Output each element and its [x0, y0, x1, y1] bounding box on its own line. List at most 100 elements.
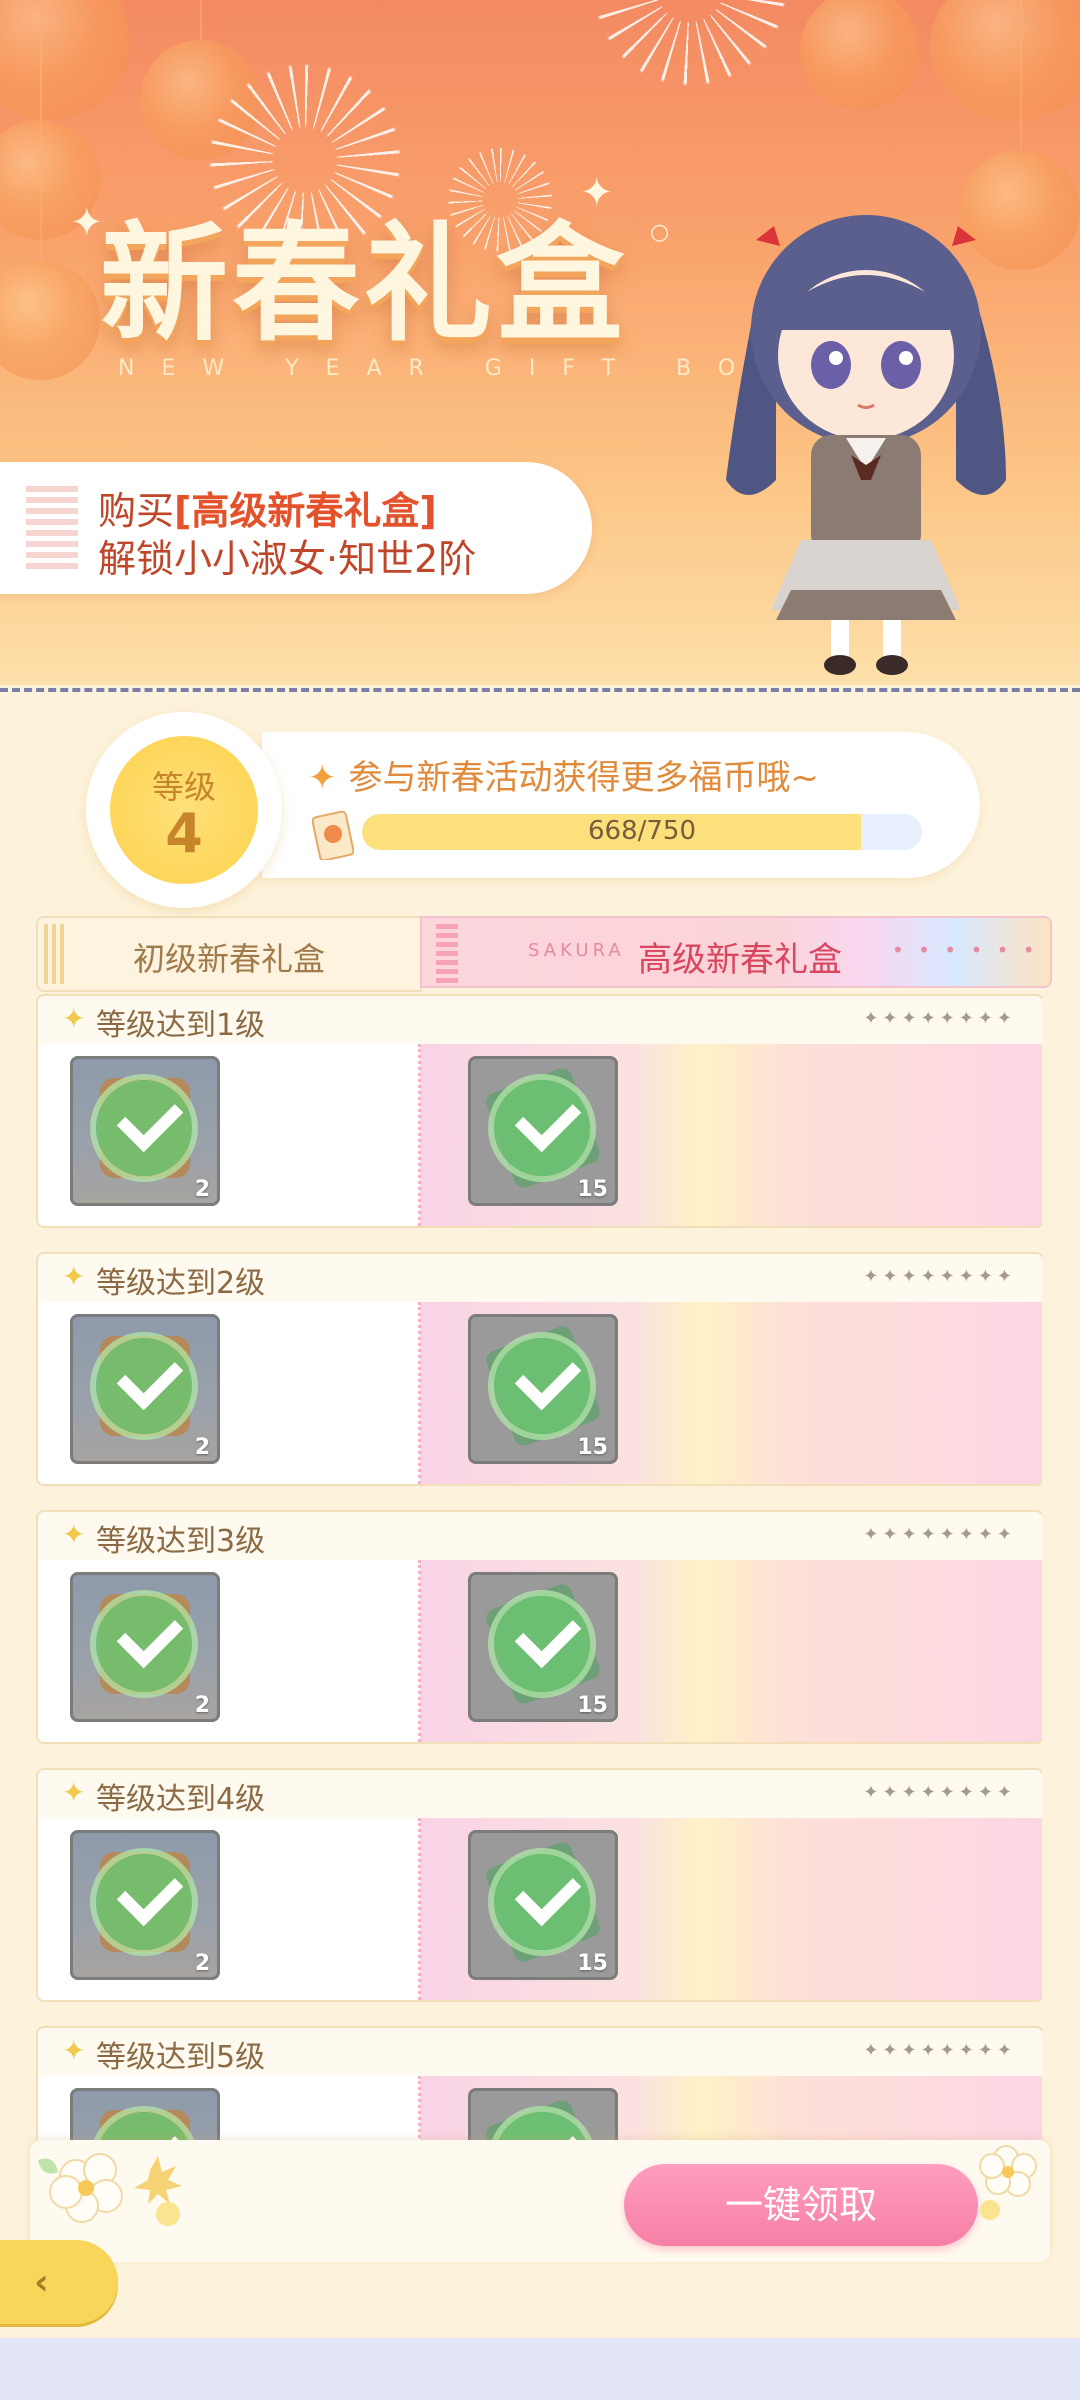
promo-stripes	[26, 486, 78, 570]
item-count: 15	[577, 1435, 608, 1460]
item-count: 2	[194, 1177, 210, 1202]
claimed-check-icon	[494, 1596, 590, 1692]
item-count: 15	[577, 1951, 608, 1976]
reward-row: ✦ 等级达到5级 ✦✦✦✦✦✦✦✦	[36, 2026, 1042, 2140]
lantern-decoration	[0, 0, 100, 380]
promo-panel: 购买[高级新春礼盒] 解锁小小淑女·知世2阶	[0, 462, 592, 594]
claimed-check-icon	[96, 1596, 192, 1692]
row-dots: ✦✦✦✦✦✦✦✦	[863, 1008, 1016, 1029]
reward-divider	[418, 1818, 421, 2000]
reward-row-header: ✦ 等级达到5级 ✦✦✦✦✦✦✦✦	[36, 2026, 1042, 2078]
event-banner: ✦ ✦ ○ 新春礼盒 NEW YEAR GIFT BOX 购买[高级新春礼盒] …	[0, 0, 1080, 685]
reward-row-label: 等级达到3级	[96, 1524, 266, 1559]
row-dots: ✦✦✦✦✦✦✦✦	[863, 2040, 1016, 2061]
banner-title: 新春礼盒	[100, 214, 629, 356]
tab-premium-label: 高级新春礼盒	[638, 940, 842, 980]
premium-reward-item[interactable]: 15	[468, 1056, 618, 1206]
reward-divider	[418, 2076, 421, 2140]
level-badge-inner: 等级 4	[110, 736, 258, 884]
star-icon: ✦	[308, 758, 337, 798]
lantern-decoration	[0, 0, 130, 120]
reward-row: ✦ 等级达到4级 ✦✦✦✦✦✦✦✦ 2 15	[36, 1768, 1042, 2004]
claimed-check-icon	[494, 1854, 590, 1950]
claimed-check-icon	[96, 1338, 192, 1434]
star-icon: ✦	[62, 1776, 86, 1809]
reward-row-header: ✦ 等级达到1级 ✦✦✦✦✦✦✦✦	[36, 994, 1042, 1046]
basic-reward-item[interactable]: 2	[70, 1572, 220, 1722]
coin-tag-icon	[312, 810, 354, 860]
banner-divider	[0, 688, 1080, 692]
firework-decoration	[580, 0, 800, 100]
bottom-action-bar: 一键领取	[30, 2140, 1050, 2262]
level-badge: 等级 4	[86, 712, 282, 908]
character-illustration	[726, 215, 1006, 675]
basic-reward-item[interactable]	[70, 2088, 220, 2140]
item-count: 2	[194, 1951, 210, 1976]
row-dots: ✦✦✦✦✦✦✦✦	[863, 1524, 1016, 1545]
star-icon: ✦	[62, 2034, 86, 2067]
level-progress-bar: 668/750	[362, 814, 922, 850]
reward-row-label: 等级达到1级	[96, 1008, 266, 1043]
sparkle-icon: ○	[650, 220, 670, 245]
flower-decoration-icon	[979, 2145, 1037, 2220]
reward-divider	[418, 1560, 421, 1742]
level-tip: ✦ 参与新春活动获得更多福币哦~	[308, 758, 819, 798]
premium-reward-item[interactable]: 15	[468, 1314, 618, 1464]
reward-row: ✦ 等级达到3级 ✦✦✦✦✦✦✦✦ 2 15	[36, 1510, 1042, 1746]
row-dots: ✦✦✦✦✦✦✦✦	[863, 1266, 1016, 1287]
reward-row-body: 2 15	[36, 1302, 1042, 1486]
tab-basic-label: 初级新春礼盒	[132, 940, 325, 978]
reward-row-body	[36, 2076, 1042, 2140]
lantern-decoration	[800, 0, 920, 110]
reward-row-label: 等级达到4级	[96, 1782, 266, 1817]
claimed-check-icon	[96, 1080, 192, 1176]
star-icon: ✦	[62, 1260, 86, 1293]
claimed-check-icon	[494, 1338, 590, 1434]
level-progress-card: ✦ 参与新春活动获得更多福币哦~ 668/750	[262, 732, 980, 878]
promo-highlight: [高级新春礼盒]	[174, 489, 437, 533]
back-button[interactable]: ‹	[0, 2240, 118, 2324]
sparkle-icon: ✦	[70, 200, 104, 246]
item-count: 2	[194, 1693, 210, 1718]
premium-reward-item[interactable]: 15	[468, 1572, 618, 1722]
reward-row: ✦ 等级达到1级 ✦✦✦✦✦✦✦✦ 2 15	[36, 994, 1042, 1230]
claimed-check-icon	[96, 1854, 192, 1950]
basic-reward-item[interactable]: 2	[70, 1314, 220, 1464]
star-icon: ✦	[62, 1002, 86, 1035]
premium-reward-item[interactable]	[468, 2088, 618, 2140]
basic-reward-item[interactable]: 2	[70, 1056, 220, 1206]
reward-row-header: ✦ 等级达到3级 ✦✦✦✦✦✦✦✦	[36, 1510, 1042, 1562]
bottom-footer-band	[0, 2338, 1080, 2400]
reward-row-body: 2 15	[36, 1560, 1042, 1744]
claimed-check-icon	[494, 2112, 590, 2140]
item-count: 15	[577, 1177, 608, 1202]
back-arrow-icon: ‹	[34, 2262, 49, 2303]
promo-line1: 购买[高级新春礼盒]	[98, 489, 437, 533]
reward-row-header: ✦ 等级达到4级 ✦✦✦✦✦✦✦✦	[36, 1768, 1042, 1820]
tab-premium-gift-box[interactable]: SAKURA 高级新春礼盒 • • • • • •	[420, 916, 1052, 988]
gift-box-tabs: 初级新春礼盒 SAKURA 高级新春礼盒 • • • • • •	[36, 916, 1052, 992]
claimed-check-icon	[494, 1080, 590, 1176]
tab-basic-gift-box[interactable]: 初级新春礼盒	[36, 916, 422, 992]
reward-list[interactable]: ✦ 等级达到1级 ✦✦✦✦✦✦✦✦ 2 15 ✦ 等级达到2级 ✦✦✦✦✦✦✦✦ 2 15 ✦ 等级达…	[36, 994, 1042, 2140]
tab-premium-brand: SAKURA	[528, 940, 625, 961]
reward-row-label: 等级达到5级	[96, 2040, 266, 2075]
progress-text: 668/750	[587, 816, 696, 846]
premium-reward-item[interactable]: 15	[468, 1830, 618, 1980]
promo-line2: 解锁小小淑女·知世2阶	[98, 537, 477, 581]
claim-all-button[interactable]: 一键领取	[624, 2164, 978, 2246]
reward-row-label: 等级达到2级	[96, 1266, 266, 1301]
reward-row-body: 2 15	[36, 1818, 1042, 2002]
reward-row-header: ✦ 等级达到2级 ✦✦✦✦✦✦✦✦	[36, 1252, 1042, 1304]
row-dots: ✦✦✦✦✦✦✦✦	[863, 1782, 1016, 1803]
tab-stripe	[436, 924, 458, 984]
lantern-decoration	[930, 0, 1080, 120]
reward-row-body: 2 15	[36, 1044, 1042, 1228]
tab-premium-dots: • • • • • •	[892, 938, 1039, 962]
basic-reward-item[interactable]: 2	[70, 1830, 220, 1980]
reward-divider	[418, 1302, 421, 1484]
reward-row: ✦ 等级达到2级 ✦✦✦✦✦✦✦✦ 2 15	[36, 1252, 1042, 1488]
item-count: 15	[577, 1693, 608, 1718]
reward-divider	[418, 1044, 421, 1226]
level-value: 4	[165, 802, 203, 865]
